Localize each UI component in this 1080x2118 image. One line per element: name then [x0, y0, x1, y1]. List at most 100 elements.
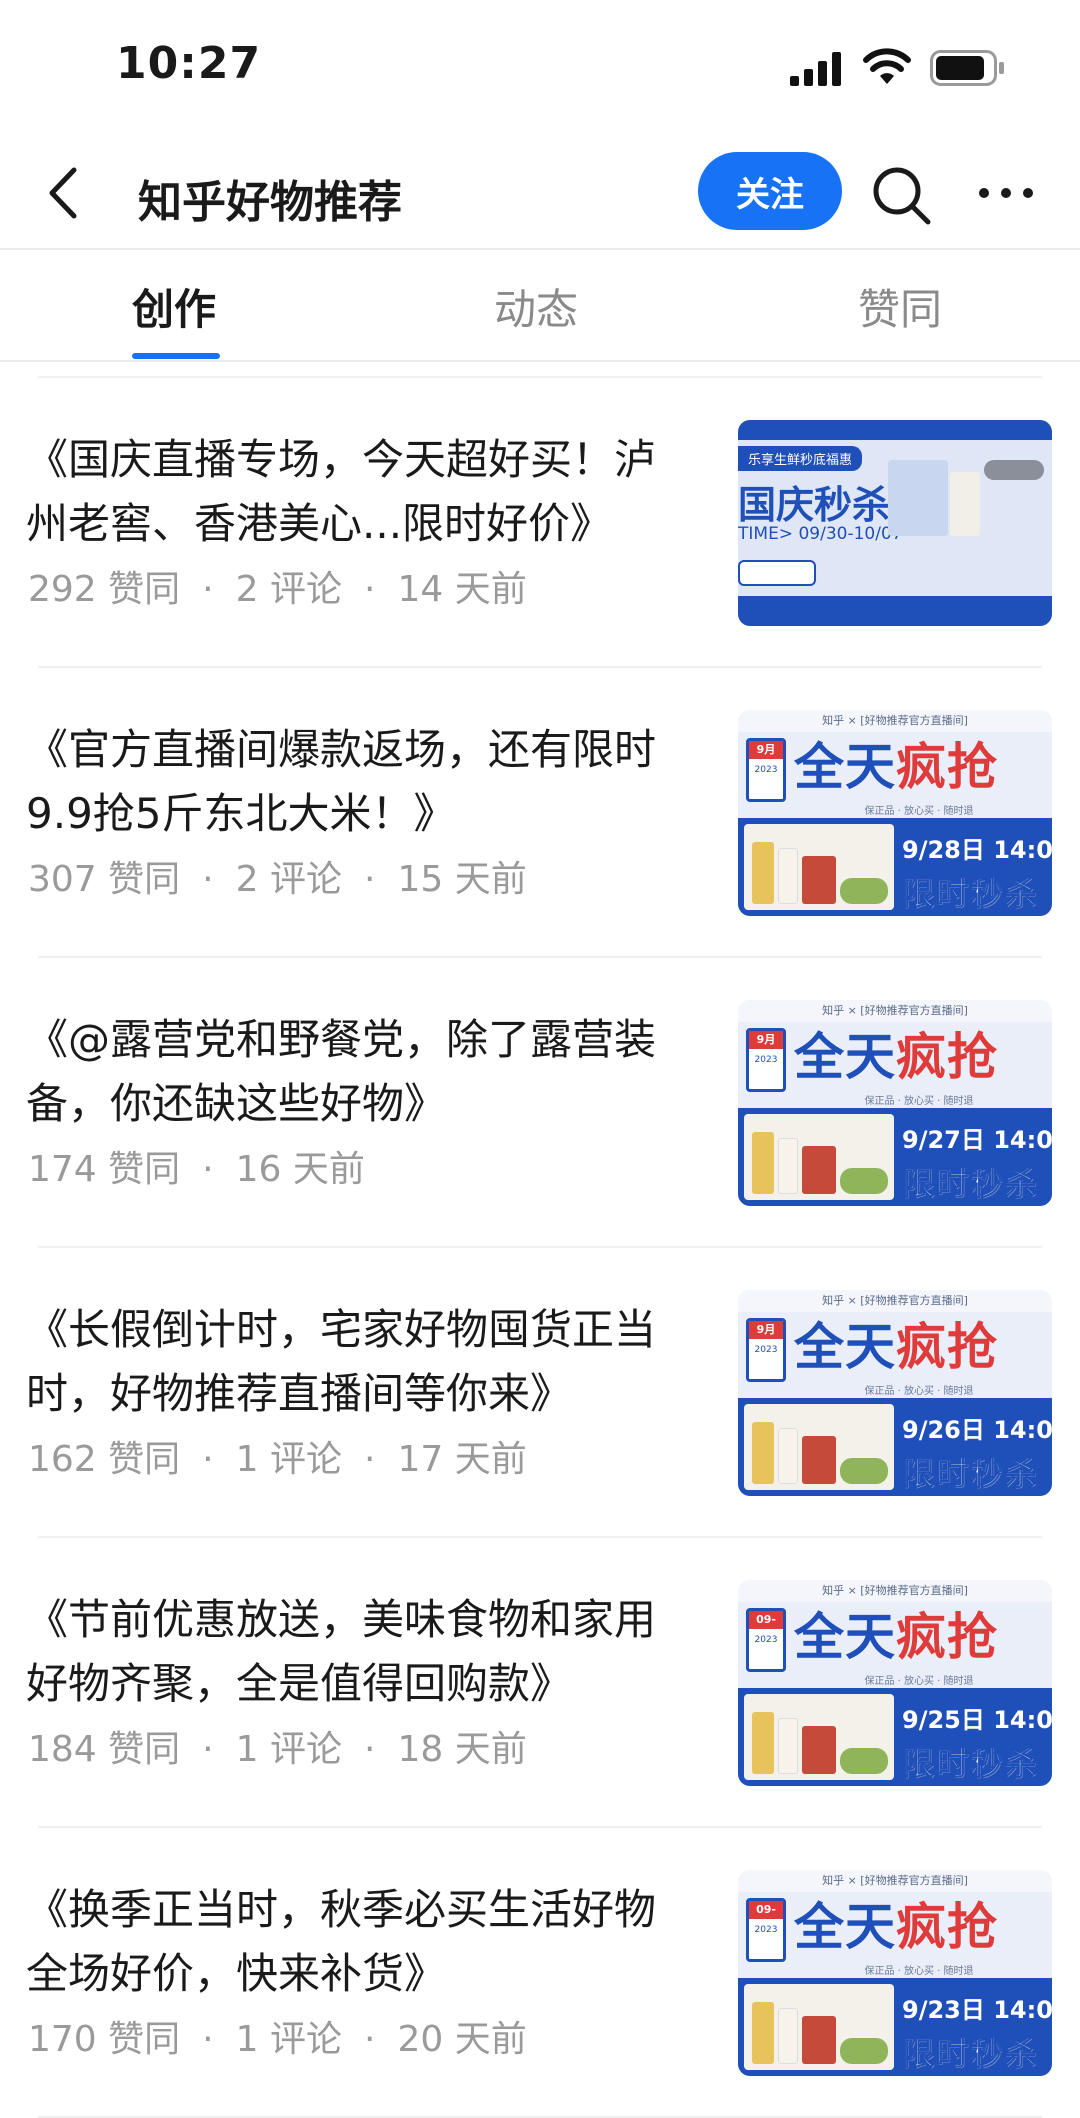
article-title[interactable]: 《@露营党和野餐党，除了露营装备，你还缺这些好物》 [26, 1008, 686, 1136]
article-item[interactable]: 《国庆直播专场，今天超好买！泸州老窖、香港美心...限时好价》 292 赞同 · 2 … [0, 378, 1080, 668]
article-title[interactable]: 《长假倒计时，宅家好物囤货正当时，好物推荐直播间等你来》 [26, 1298, 686, 1426]
follow-button[interactable]: 关注 [698, 152, 842, 230]
thumbnail-headline: 全天疯抢 [794, 1898, 998, 1956]
article-title[interactable]: 《官方直播间爆款返场，还有限时9.9抢5斤东北大米！》 [26, 718, 686, 846]
article-thumbnail[interactable]: 乐享生鲜秒底福惠 国庆秒杀周 TIME> 09/30-10/07 [738, 420, 1052, 626]
article-thumbnail[interactable]: 知乎 × [好物推荐官方直播间] 9月 2023 全天疯抢 保正品 · 放心买 · 随时… [738, 1290, 1052, 1496]
thumbnail-banner: 9/28日 14:00 限时秒杀 [738, 818, 1052, 916]
calendar-month: 9月 [749, 741, 783, 759]
article-item[interactable]: 《换季正当时，秋季必买生活好物全场好价，快来补货》 170 赞同 · 1 评论 · 20 … [0, 1828, 1080, 2118]
thumbnail-brand-line: 知乎 × [好物推荐官方直播间] [738, 1000, 1052, 1022]
meta-separator: · [363, 569, 376, 610]
article-title[interactable]: 《换季正当时，秋季必买生活好物全场好价，快来补货》 [26, 1878, 686, 2006]
product-image [778, 1718, 798, 1774]
article-item[interactable]: 《官方直播间爆款返场，还有限时9.9抢5斤东北大米！》 307 赞同 · 2 评论 · 1… [0, 668, 1080, 958]
status-time: 10:27 [116, 38, 262, 89]
thumbnail-flash-sale: 限时秒杀 [901, 1744, 1039, 1783]
product-image [840, 878, 888, 904]
thumbnail-brand-line: 知乎 × [好物推荐官方直播间] [738, 1870, 1052, 1892]
thumbnail-headline: 全天疯抢 [794, 738, 998, 796]
thumbnail-brand-line: 知乎 × [好物推荐官方直播间] [738, 710, 1052, 732]
product-images [744, 1114, 894, 1200]
post-time: 17 天前 [397, 1439, 527, 1480]
article-title[interactable]: 《节前优惠放送，美味食物和家用好物齐聚，全是值得回购款》 [26, 1588, 686, 1716]
calendar-icon: 9月 2023 [746, 1028, 786, 1092]
article-thumbnail[interactable]: 知乎 × [好物推荐官方直播间] 09-23 2023 全天疯抢 保正品 · 放心买 ·… [738, 1870, 1052, 2076]
back-arrow-icon[interactable] [40, 162, 90, 224]
article-thumbnail[interactable]: 知乎 × [好物推荐官方直播间] 9月 2023 全天疯抢保正品 · 放心买 · 随时… [738, 710, 1052, 916]
page-title: 知乎好物推荐 [138, 177, 402, 228]
status-bar: 10:27 [0, 0, 1080, 140]
thumbnail-flash-sale: 限时秒杀 [901, 1454, 1039, 1493]
thumbnail-brand-line: 知乎 × [好物推荐官方直播间] [738, 1580, 1052, 1602]
article-meta: 170 赞同 · 1 评论 · 20 天前 [28, 2010, 527, 2062]
search-icon[interactable] [868, 162, 934, 228]
thumbnail-date: 9/26日 14:00 [902, 1416, 1052, 1444]
product-image [840, 2038, 888, 2064]
product-image [752, 2002, 774, 2064]
thumbnail-footer-band [738, 596, 1052, 626]
thumbnail-tag: 乐享生鲜秒底福惠 [738, 446, 863, 471]
calendar-month: 9月 [749, 1321, 783, 1339]
meta-separator: · [363, 1439, 376, 1480]
tab-activity[interactable]: 动态 [494, 276, 578, 337]
product-image [778, 2008, 798, 2064]
calendar-month: 09-23 [749, 1901, 783, 1934]
product-image [840, 1168, 888, 1194]
article-item[interactable]: 《@露营党和野餐党，除了露营装备，你还缺这些好物》 174 赞同 · 16 天前 知乎 … [0, 958, 1080, 1248]
product-image [802, 856, 836, 904]
article-meta: 162 赞同 · 1 评论 · 17 天前 [28, 1430, 527, 1482]
thumbnail-subline: 保正品 · 放心买 · 随时退 [864, 806, 974, 817]
calendar-body: 2023 [754, 1055, 778, 1065]
article-item[interactable]: 《节前优惠放送，美味食物和家用好物齐聚，全是值得回购款》 184 赞同 · 1 评论 ·… [0, 1538, 1080, 1828]
tab-creations[interactable]: 创作 [132, 276, 216, 337]
product-images [744, 1984, 894, 2070]
thumbnail-flash-sale: 限时秒杀 [901, 874, 1039, 913]
product-image [802, 1146, 836, 1194]
product-image [802, 2016, 836, 2064]
product-image [888, 460, 948, 536]
more-options-icon[interactable] [976, 178, 1036, 208]
hair-dryer-image [984, 460, 1044, 480]
post-time: 18 天前 [397, 1729, 527, 1770]
like-count: 292 赞同 [28, 569, 181, 610]
thumbnail-banner: 9/27日 14:00 限时秒杀 [738, 1108, 1052, 1206]
meta-separator: · [363, 859, 376, 900]
tab-upvoted[interactable]: 赞同 [858, 276, 942, 337]
article-meta: 307 赞同 · 2 评论 · 15 天前 [28, 850, 527, 902]
article-item[interactable]: 《长假倒计时，宅家好物囤货正当时，好物推荐直播间等你来》 162 赞同 · 1 评论 ·… [0, 1248, 1080, 1538]
article-meta: 174 赞同 · 16 天前 [28, 1140, 365, 1192]
signal-icon [790, 52, 841, 86]
thumbnail-headline: 全天疯抢 [794, 1608, 998, 1666]
thumbnail-date: 9/27日 14:00 [902, 1126, 1052, 1154]
active-tab-indicator [132, 353, 220, 359]
thumbnail-banner: 9/26日 14:00 限时秒杀 [738, 1398, 1052, 1496]
like-count: 307 赞同 [28, 859, 181, 900]
calendar-month: 09-25 [749, 1611, 783, 1644]
product-image [752, 1132, 774, 1194]
thumbnail-brand-line: 知乎 × [好物推荐官方直播间] [738, 1290, 1052, 1312]
article-title[interactable]: 《国庆直播专场，今天超好买！泸州老窖、香港美心...限时好价》 [26, 428, 686, 556]
post-time: 20 天前 [397, 2019, 527, 2060]
calendar-body: 2023 [754, 765, 778, 775]
post-time: 14 天前 [397, 569, 527, 610]
meta-separator: · [202, 2019, 214, 2060]
article-meta: 184 赞同 · 1 评论 · 18 天前 [28, 1720, 527, 1772]
thumbnail-headline: 全天疯抢 [794, 1028, 998, 1086]
product-image [840, 1748, 888, 1774]
article-thumbnail[interactable]: 知乎 × [好物推荐官方直播间] 09-25 2023 全天疯抢 保正品 · 放心买 ·… [738, 1580, 1052, 1786]
post-time: 16 天前 [235, 1149, 365, 1190]
product-image [778, 1138, 798, 1194]
calendar-icon: 9月 2023 [746, 738, 786, 802]
product-images [744, 1404, 894, 1490]
thumbnail-banner: 9/25日 14:00 限时秒杀 [738, 1688, 1052, 1786]
thumbnail-date: 9/23日 14:00 [902, 1996, 1052, 2024]
article-thumbnail[interactable]: 知乎 × [好物推荐官方直播间] 9月 2023 全天疯抢 保正品 · 放心买 · 随时… [738, 1000, 1052, 1206]
post-time: 15 天前 [397, 859, 527, 900]
battery-icon [930, 50, 1004, 86]
thumbnail-button [738, 560, 816, 586]
article-meta: 292 赞同 · 2 评论 · 14 天前 [28, 560, 527, 612]
like-count: 162 赞同 [28, 1439, 181, 1480]
thumbnail-banner: 9/23日 14:00 限时秒杀 [738, 1978, 1052, 2076]
product-image [778, 1428, 798, 1484]
